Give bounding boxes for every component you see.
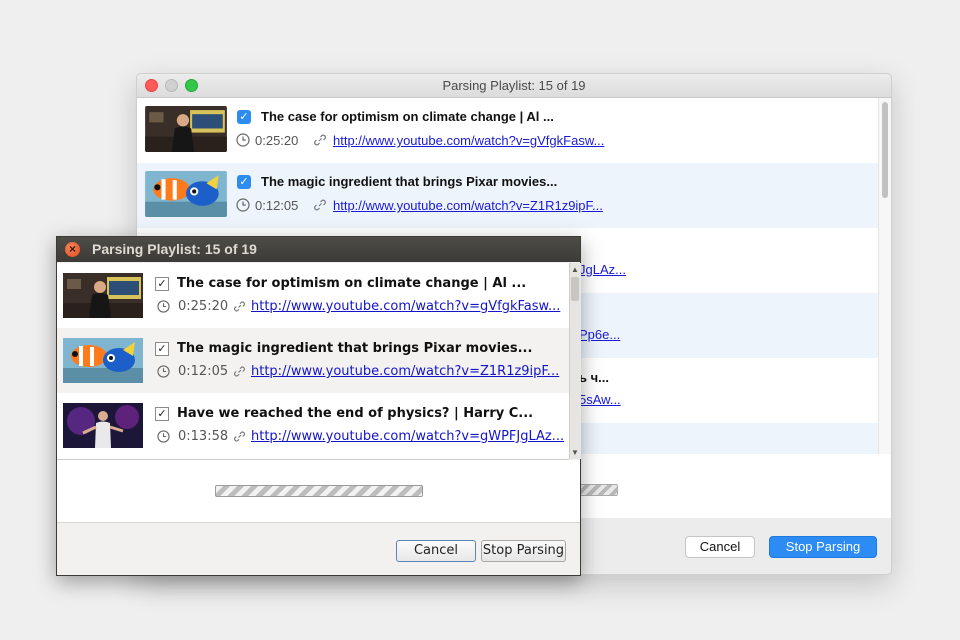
close-icon[interactable]: ×: [65, 242, 80, 257]
item-title: Have we reached the end of physics? | Ha…: [177, 406, 534, 421]
progress-bar: [578, 484, 618, 496]
clock-icon: [157, 365, 170, 378]
link-icon: [313, 133, 327, 147]
item-url-link-partial[interactable]: Pp6e...: [579, 327, 620, 342]
item-checkbox[interactable]: ✓: [237, 175, 251, 189]
item-duration: 0:13:58: [178, 429, 229, 444]
window-title: Parsing Playlist: 15 of 19: [92, 241, 257, 257]
item-url-link[interactable]: http://www.youtube.com/watch?v=Z1R1z9ipF…: [333, 198, 603, 213]
speaker-stage-thumbnail: [63, 273, 143, 318]
item-checkbox[interactable]: ✓: [155, 407, 169, 421]
item-url-link[interactable]: http://www.youtube.com/watch?v=gVfgkFasw…: [251, 299, 560, 314]
list-scrollbar[interactable]: ▲ ▼: [569, 263, 581, 459]
link-icon: [233, 365, 246, 378]
item-url-link-partial[interactable]: JgLAz...: [579, 262, 626, 277]
progress-area: [57, 460, 580, 523]
list-item[interactable]: ✓ The magic ingredient that brings Pixar…: [57, 328, 569, 393]
cancel-button[interactable]: Cancel: [685, 536, 755, 558]
mac-titlebar: Parsing Playlist: 15 of 19: [137, 74, 891, 98]
item-duration: 0:12:05: [255, 198, 299, 213]
item-checkbox[interactable]: ✓: [155, 277, 169, 291]
item-duration: 0:12:05: [178, 364, 229, 379]
item-title: The magic ingredient that brings Pixar m…: [177, 341, 533, 356]
stop-parsing-button[interactable]: Stop Parsing: [769, 536, 877, 558]
item-duration: 0:25:20: [178, 299, 229, 314]
item-url-link[interactable]: http://www.youtube.com/watch?v=gWPFJgLAz…: [251, 429, 564, 444]
clock-icon: [157, 300, 170, 313]
window-title: Parsing Playlist: 15 of 19: [442, 78, 586, 93]
item-title-partial: ь ч...: [579, 370, 609, 385]
scroll-up-arrow-icon[interactable]: ▲: [571, 265, 579, 274]
item-title: The magic ingredient that brings Pixar m…: [261, 174, 558, 189]
scrollbar-thumb[interactable]: [882, 102, 888, 198]
clock-icon: [157, 430, 170, 443]
clock-icon: [236, 133, 250, 147]
link-icon: [233, 430, 246, 443]
cancel-button[interactable]: Cancel: [396, 540, 476, 562]
link-icon: [313, 198, 327, 212]
list-item[interactable]: ✓ The case for optimism on climate chang…: [137, 98, 879, 163]
item-url-link[interactable]: http://www.youtube.com/watch?v=gVfgkFasw…: [333, 133, 604, 148]
list-item[interactable]: ✓ The magic ingredient that brings Pixar…: [137, 163, 879, 228]
speaker-stage-thumbnail: [145, 106, 227, 152]
item-checkbox[interactable]: ✓: [155, 342, 169, 356]
item-title: The case for optimism on climate change …: [177, 276, 527, 291]
linux-titlebar: × Parsing Playlist: 15 of 19: [57, 237, 580, 262]
list-scrollbar[interactable]: [878, 98, 891, 454]
scroll-down-arrow-icon[interactable]: ▼: [571, 448, 579, 457]
fish-animation-thumbnail: [63, 338, 143, 383]
item-url-link-partial[interactable]: 5sAw...: [579, 392, 621, 407]
progress-bar: [215, 485, 423, 497]
link-icon: [233, 300, 246, 313]
item-url-link[interactable]: http://www.youtube.com/watch?v=Z1R1z9ipF…: [251, 364, 559, 379]
list-item[interactable]: ✓ The case for optimism on climate chang…: [57, 263, 569, 328]
item-duration: 0:25:20: [255, 133, 299, 148]
list-item[interactable]: ✓ Have we reached the end of physics? | …: [57, 393, 569, 458]
clock-icon: [236, 198, 250, 212]
item-title: The case for optimism on climate change …: [261, 109, 554, 124]
stop-parsing-button[interactable]: Stop Parsing: [481, 540, 566, 562]
item-checkbox[interactable]: ✓: [237, 110, 251, 124]
speaker-purple-stage-thumbnail: [63, 403, 143, 448]
fish-animation-thumbnail: [145, 171, 227, 217]
linux-parsing-window: × Parsing Playlist: 15 of 19 ✓ The case …: [56, 236, 581, 576]
playlist-list: ✓ The case for optimism on climate chang…: [57, 263, 569, 460]
scrollbar-thumb[interactable]: [571, 277, 579, 301]
